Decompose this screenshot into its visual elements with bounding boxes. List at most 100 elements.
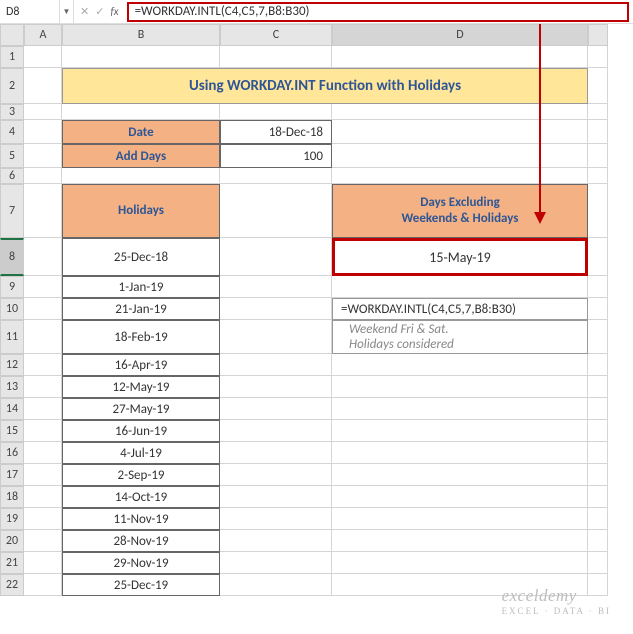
cell-blank[interactable] — [332, 168, 588, 184]
holiday-3[interactable]: 18-Feb-19 — [62, 320, 220, 354]
cell-blank[interactable] — [332, 464, 588, 486]
cell-blank[interactable] — [220, 298, 332, 320]
cell-blank[interactable] — [588, 104, 608, 120]
fx-icon[interactable]: fx — [110, 5, 118, 18]
holiday-0[interactable]: 25-Dec-18 — [62, 238, 220, 276]
holiday-10[interactable]: 14-Oct-19 — [62, 486, 220, 508]
cell-blank[interactable] — [220, 276, 332, 298]
cell-blank[interactable] — [220, 320, 332, 354]
cell-blank[interactable] — [24, 68, 62, 104]
cell-blank[interactable] — [220, 486, 332, 508]
formula-bar-input[interactable]: =WORKDAY.INTL(C4,C5,7,B8:B30) — [127, 2, 629, 22]
cell-blank[interactable] — [24, 530, 62, 552]
cell-blank[interactable] — [220, 168, 332, 184]
cell-blank[interactable] — [332, 508, 588, 530]
holiday-1[interactable]: 1-Jan-19 — [62, 276, 220, 298]
cell-blank[interactable] — [332, 398, 588, 420]
row-header-18[interactable]: 18 — [0, 486, 24, 508]
name-box-dropdown[interactable]: ▼ — [60, 0, 74, 23]
cell-blank[interactable] — [24, 508, 62, 530]
row-header-2[interactable]: 2 — [0, 68, 24, 104]
cell-blank[interactable] — [220, 104, 332, 120]
cell-blank[interactable] — [588, 68, 608, 104]
cell-blank[interactable] — [588, 530, 608, 552]
cell-blank[interactable] — [24, 442, 62, 464]
row-header-13[interactable]: 13 — [0, 376, 24, 398]
cell-blank[interactable] — [220, 398, 332, 420]
cell-blank[interactable] — [332, 442, 588, 464]
cell-blank[interactable] — [332, 376, 588, 398]
cell-blank[interactable] — [588, 120, 608, 144]
col-header-A[interactable]: A — [24, 24, 62, 46]
row-header-17[interactable]: 17 — [0, 464, 24, 486]
cell-blank[interactable] — [588, 168, 608, 184]
row-header-11[interactable]: 11 — [0, 320, 24, 354]
cell-blank[interactable] — [220, 420, 332, 442]
cell-blank[interactable] — [588, 184, 608, 238]
cell-blank[interactable] — [588, 144, 608, 168]
row-header-5[interactable]: 5 — [0, 144, 24, 168]
cell-blank[interactable] — [588, 238, 608, 276]
cell-blank[interactable] — [588, 320, 608, 354]
row-header-12[interactable]: 12 — [0, 354, 24, 376]
cell-blank[interactable] — [588, 398, 608, 420]
cell-blank[interactable] — [332, 486, 588, 508]
cell-blank[interactable] — [24, 420, 62, 442]
cell-blank[interactable] — [24, 354, 62, 376]
col-header-C[interactable]: C — [220, 24, 332, 46]
result-cell[interactable]: 15-May-19 — [332, 238, 588, 276]
col-header-D[interactable]: D — [332, 24, 588, 46]
cell-blank[interactable] — [588, 354, 608, 376]
cell-blank[interactable] — [220, 354, 332, 376]
cell-blank[interactable] — [62, 168, 220, 184]
cell-blank[interactable] — [24, 552, 62, 574]
cancel-icon[interactable]: ✕ — [80, 5, 89, 18]
cell-blank[interactable] — [24, 276, 62, 298]
holiday-8[interactable]: 4-Jul-19 — [62, 442, 220, 464]
cell-blank[interactable] — [220, 508, 332, 530]
row-header-7[interactable]: 7 — [0, 184, 24, 238]
date-value[interactable]: 18-Dec-18 — [220, 120, 332, 144]
cell-blank[interactable] — [220, 376, 332, 398]
cell-blank[interactable] — [220, 238, 332, 276]
row-header-9[interactable]: 9 — [0, 276, 24, 298]
cell-blank[interactable] — [588, 552, 608, 574]
cell-blank[interactable] — [588, 420, 608, 442]
cell-blank[interactable] — [24, 104, 62, 120]
row-header-15[interactable]: 15 — [0, 420, 24, 442]
cell-blank[interactable] — [332, 46, 588, 68]
holiday-6[interactable]: 27-May-19 — [62, 398, 220, 420]
row-header-20[interactable]: 20 — [0, 530, 24, 552]
cell-blank[interactable] — [220, 464, 332, 486]
cell-blank[interactable] — [588, 486, 608, 508]
cell-blank[interactable] — [588, 276, 608, 298]
row-header-8[interactable]: 8 — [0, 238, 24, 276]
cell-blank[interactable] — [24, 184, 62, 238]
cell-blank[interactable] — [220, 574, 332, 596]
row-header-4[interactable]: 4 — [0, 120, 24, 144]
cell-blank[interactable] — [220, 46, 332, 68]
select-all-corner[interactable] — [0, 24, 24, 46]
adddays-value[interactable]: 100 — [220, 144, 332, 168]
row-header-21[interactable]: 21 — [0, 552, 24, 574]
holiday-4[interactable]: 16-Apr-19 — [62, 354, 220, 376]
cell-blank[interactable] — [332, 552, 588, 574]
cell-blank[interactable] — [24, 46, 62, 68]
cell-blank[interactable] — [24, 144, 62, 168]
row-header-3[interactable]: 3 — [0, 104, 24, 120]
holiday-11[interactable]: 11-Nov-19 — [62, 508, 220, 530]
row-header-6[interactable]: 6 — [0, 168, 24, 184]
holiday-14[interactable]: 25-Dec-19 — [62, 574, 220, 596]
cell-blank[interactable] — [24, 298, 62, 320]
holiday-5[interactable]: 12-May-19 — [62, 376, 220, 398]
row-header-1[interactable]: 1 — [0, 46, 24, 68]
cell-blank[interactable] — [332, 144, 588, 168]
cell-blank[interactable] — [220, 184, 332, 238]
cell-blank[interactable] — [332, 354, 588, 376]
cell-blank[interactable] — [332, 530, 588, 552]
row-header-14[interactable]: 14 — [0, 398, 24, 420]
cell-blank[interactable] — [220, 552, 332, 574]
cell-blank[interactable] — [588, 442, 608, 464]
cell-blank[interactable] — [24, 168, 62, 184]
cell-blank[interactable] — [24, 486, 62, 508]
